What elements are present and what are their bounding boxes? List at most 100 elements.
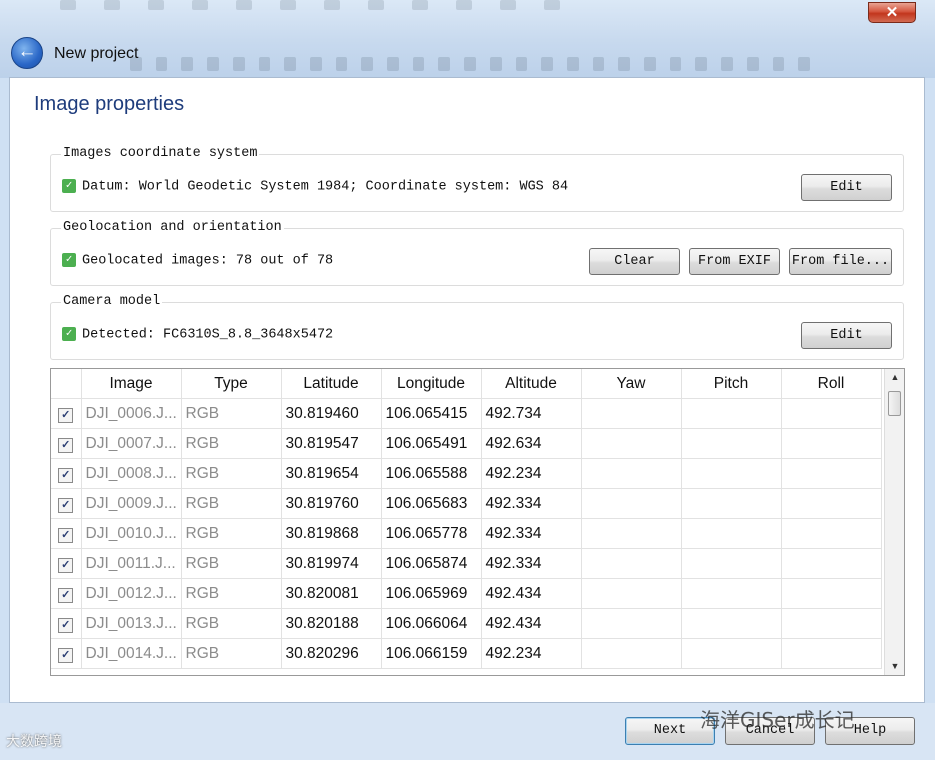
watermark-right: 海洋GISer成长记	[700, 708, 855, 732]
cell-pitch	[681, 488, 782, 519]
cell-latitude: 30.820296	[281, 638, 382, 669]
cell-latitude: 30.819460	[281, 398, 382, 429]
cell-altitude: 492.434	[481, 578, 582, 609]
table-scrollbar[interactable]: ▲ ▼	[884, 369, 904, 675]
row-checkbox-cell: ✓	[51, 578, 82, 609]
header-type[interactable]: Type	[181, 369, 282, 399]
coordinate-system-line: ✓ Datum: World Geodetic System 1984; Coor…	[62, 179, 568, 195]
cell-longitude: 106.065588	[381, 458, 482, 489]
row-checkbox[interactable]: ✓	[58, 617, 74, 633]
watermark-left: 大数跨境	[6, 734, 62, 750]
header-yaw[interactable]: Yaw	[581, 369, 682, 399]
cell-roll	[781, 398, 882, 429]
window-title: New project	[54, 45, 139, 62]
cell-altitude: 492.234	[481, 638, 582, 669]
back-arrow-icon[interactable]: ←	[11, 37, 43, 69]
checkmark-icon: ✓	[62, 253, 76, 267]
table-row[interactable]: ✓ DJI_0014.J... RGB 30.820296 106.066159 492.…	[51, 638, 882, 669]
cell-altitude: 492.334	[481, 548, 582, 579]
background-toolbar-ghost	[130, 52, 810, 76]
scroll-down-arrow-icon[interactable]: ▼	[885, 658, 904, 675]
cell-type: RGB	[181, 548, 282, 579]
cell-yaw	[581, 488, 682, 519]
cell-altitude: 492.234	[481, 458, 582, 489]
checkmark-icon: ✓	[62, 327, 76, 341]
cell-image: DJI_0012.J...	[81, 578, 182, 609]
table-row[interactable]: ✓ DJI_0009.J... RGB 30.819760 106.065683 492.…	[51, 488, 882, 519]
header-altitude[interactable]: Altitude	[481, 369, 582, 399]
row-checkbox[interactable]: ✓	[58, 647, 74, 663]
row-checkbox-cell: ✓	[51, 638, 82, 669]
cell-latitude: 30.820081	[281, 578, 382, 609]
cell-yaw	[581, 428, 682, 459]
cell-longitude: 106.065415	[381, 398, 482, 429]
image-table: Image Type Latitude Longitude Altitude Y…	[50, 368, 905, 676]
cell-roll	[781, 608, 882, 639]
table-row[interactable]: ✓ DJI_0010.J... RGB 30.819868 106.065778 492.…	[51, 518, 882, 549]
cell-image: DJI_0006.J...	[81, 398, 182, 429]
cell-pitch	[681, 578, 782, 609]
header-pitch[interactable]: Pitch	[681, 369, 782, 399]
row-checkbox-cell: ✓	[51, 548, 82, 579]
close-button[interactable]: ✕	[868, 2, 916, 23]
row-checkbox[interactable]: ✓	[58, 557, 74, 573]
from-exif-button[interactable]: From EXIF	[689, 248, 780, 275]
cell-type: RGB	[181, 578, 282, 609]
geolocation-title: Geolocation and orientation	[61, 220, 284, 235]
header-longitude[interactable]: Longitude	[381, 369, 482, 399]
table-row[interactable]: ✓ DJI_0007.J... RGB 30.819547 106.065491 492.…	[51, 428, 882, 459]
row-checkbox[interactable]: ✓	[58, 587, 74, 603]
table-row[interactable]: ✓ DJI_0012.J... RGB 30.820081 106.065969 492.…	[51, 578, 882, 609]
table-row[interactable]: ✓ DJI_0013.J... RGB 30.820188 106.066064 492.…	[51, 608, 882, 639]
row-checkbox-cell: ✓	[51, 518, 82, 549]
cell-image: DJI_0010.J...	[81, 518, 182, 549]
cell-roll	[781, 428, 882, 459]
row-checkbox[interactable]: ✓	[58, 497, 74, 513]
cell-altitude: 492.434	[481, 608, 582, 639]
cell-longitude: 106.065969	[381, 578, 482, 609]
cell-longitude: 106.065874	[381, 548, 482, 579]
cell-latitude: 30.819654	[281, 458, 382, 489]
cell-roll	[781, 548, 882, 579]
coordinate-system-group: Images coordinate system ✓ Datum: World G…	[50, 146, 904, 212]
cell-pitch	[681, 428, 782, 459]
row-checkbox[interactable]: ✓	[58, 437, 74, 453]
table-row[interactable]: ✓ DJI_0011.J... RGB 30.819974 106.065874 492.…	[51, 548, 882, 579]
cell-longitude: 106.065491	[381, 428, 482, 459]
table-header-row: Image Type Latitude Longitude Altitude Y…	[51, 369, 882, 399]
row-checkbox-cell: ✓	[51, 398, 82, 429]
cell-type: RGB	[181, 638, 282, 669]
row-checkbox[interactable]: ✓	[58, 467, 74, 483]
scrollbar-thumb[interactable]	[888, 391, 901, 416]
header-image[interactable]: Image	[81, 369, 182, 399]
wizard-panel: Image properties Images coordinate syste…	[9, 77, 925, 703]
table-row[interactable]: ✓ DJI_0006.J... RGB 30.819460 106.065415 492.…	[51, 398, 882, 429]
row-checkbox[interactable]: ✓	[58, 407, 74, 423]
cell-image: DJI_0007.J...	[81, 428, 182, 459]
cell-pitch	[681, 638, 782, 669]
cell-pitch	[681, 548, 782, 579]
from-file-button[interactable]: From file...	[789, 248, 892, 275]
cell-yaw	[581, 608, 682, 639]
cell-altitude: 492.634	[481, 428, 582, 459]
cell-latitude: 30.819760	[281, 488, 382, 519]
page-heading: Image properties	[34, 93, 185, 115]
camera-model-status: Detected: FC6310S_8.8_3648x5472	[82, 327, 334, 343]
cell-longitude: 106.066064	[381, 608, 482, 639]
row-checkbox-cell: ✓	[51, 488, 82, 519]
camera-model-edit-button[interactable]: Edit	[801, 322, 892, 349]
cell-pitch	[681, 608, 782, 639]
cell-image: DJI_0011.J...	[81, 548, 182, 579]
table-row[interactable]: ✓ DJI_0008.J... RGB 30.819654 106.065588 492.…	[51, 458, 882, 489]
row-checkbox[interactable]: ✓	[58, 527, 74, 543]
header-latitude[interactable]: Latitude	[281, 369, 382, 399]
clear-button[interactable]: Clear	[589, 248, 680, 275]
cell-image: DJI_0013.J...	[81, 608, 182, 639]
scroll-up-arrow-icon[interactable]: ▲	[885, 369, 904, 386]
cell-yaw	[581, 548, 682, 579]
cell-yaw	[581, 398, 682, 429]
coordinate-system-edit-button[interactable]: Edit	[801, 174, 892, 201]
header-roll[interactable]: Roll	[781, 369, 882, 399]
camera-model-group: Camera model ✓ Detected: FC6310S_8.8_3648…	[50, 294, 904, 360]
cell-roll	[781, 488, 882, 519]
